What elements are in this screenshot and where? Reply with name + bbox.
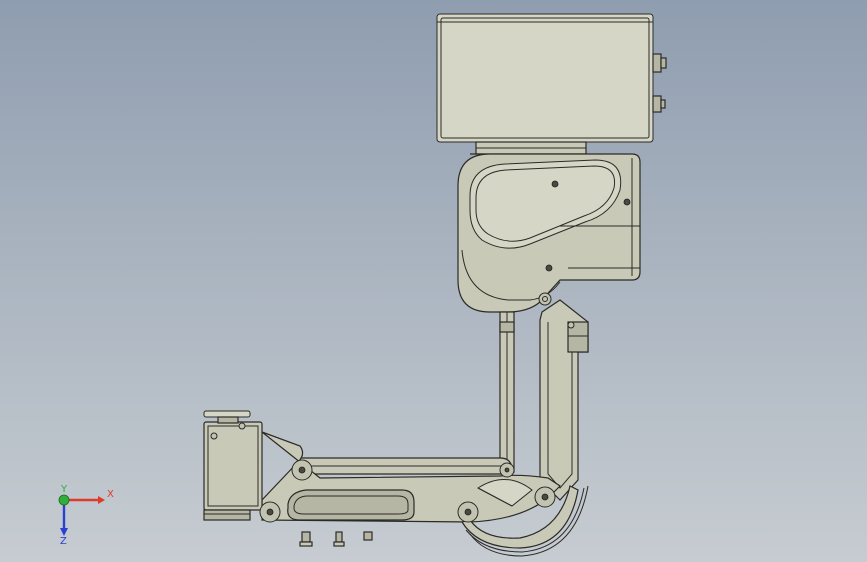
x-axis-arrowhead	[98, 496, 105, 504]
vertical-link-rod[interactable]	[499, 311, 515, 473]
gimbal-arm-model[interactable]	[0, 0, 867, 562]
y-axis-dot	[58, 494, 70, 506]
horizontal-upper-link[interactable]	[299, 457, 513, 475]
top-housing-block[interactable]	[436, 13, 667, 143]
end-effector-housing[interactable]	[203, 410, 263, 521]
y-axis-label: Y	[60, 484, 68, 495]
pan-neck	[475, 141, 587, 155]
axis-triad: X Y Z	[58, 484, 114, 544]
vertical-arm[interactable]	[539, 299, 589, 501]
x-axis-label: X	[107, 489, 114, 500]
tilt-motor-unit[interactable]	[457, 153, 641, 313]
z-axis-arrowhead	[60, 528, 68, 536]
z-axis-label: Z	[60, 536, 67, 544]
cad-viewport[interactable]: X Y Z	[0, 0, 867, 562]
bottom-connectors	[299, 531, 373, 547]
